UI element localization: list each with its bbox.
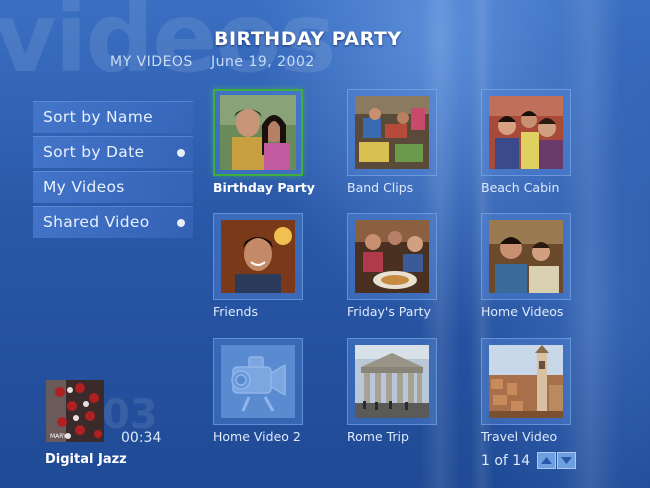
thumbnail-frame — [213, 89, 303, 176]
album-art[interactable]: MARY — [46, 380, 104, 442]
tile-label: Beach Cabin — [481, 180, 560, 195]
playback-time: 00:34 — [121, 430, 162, 446]
couple-photo-thumbnail — [220, 95, 296, 170]
tile-label: Travel Video — [481, 429, 558, 444]
indicator-dot-icon — [177, 149, 185, 157]
pantheon-photo-thumbnail — [355, 345, 429, 418]
side-menu: Sort by Name Sort by Date My Videos Shar… — [33, 101, 193, 241]
video-tile-home-video-2[interactable]: Home Video 2 — [213, 338, 303, 444]
thumbnail-frame — [481, 338, 571, 425]
video-tile-rome-trip[interactable]: Rome Trip — [347, 338, 437, 444]
tile-label: Band Clips — [347, 180, 414, 195]
party-photo-thumbnail — [355, 220, 429, 293]
portrait-photo-thumbnail — [221, 220, 295, 293]
city-photo-thumbnail — [489, 345, 563, 418]
tile-label: Friends — [213, 304, 258, 319]
tile-label: Home Video 2 — [213, 429, 301, 444]
date-label: June 19, 2002 — [211, 54, 315, 70]
video-tile-band-clips[interactable]: Band Clips — [347, 89, 437, 195]
band-photo-thumbnail — [355, 96, 429, 169]
page-title: BIRTHDAY PARTY — [214, 28, 402, 50]
tile-label: Birthday Party — [213, 180, 315, 195]
menu-item-sort-by-date[interactable]: Sort by Date — [33, 136, 193, 168]
thumbnail-frame — [347, 213, 437, 300]
tile-label: Friday's Party — [347, 304, 431, 319]
indicator-dot-icon — [177, 219, 185, 227]
video-tile-friends[interactable]: Friends — [213, 213, 303, 319]
thumbnail-frame — [347, 338, 437, 425]
video-tile-beach-cabin[interactable]: Beach Cabin — [481, 89, 571, 195]
menu-item-label: My Videos — [43, 178, 125, 196]
thumbnail-frame — [213, 213, 303, 300]
now-playing-title: Digital Jazz — [45, 452, 127, 467]
video-tile-travel-video[interactable]: Travel Video — [481, 338, 571, 444]
tile-label: Rome Trip — [347, 429, 409, 444]
thumbnail-frame — [481, 213, 571, 300]
arrow-up-icon — [541, 457, 552, 464]
arrow-down-icon — [561, 457, 572, 464]
video-camera-icon — [221, 345, 295, 418]
video-tile-birthday-party[interactable]: Birthday Party — [213, 89, 315, 195]
video-tile-home-videos[interactable]: Home Videos — [481, 213, 571, 319]
menu-item-label: Sort by Date — [43, 143, 145, 161]
thumbnail-frame — [213, 338, 303, 425]
family-photo-thumbnail — [489, 220, 563, 293]
page-up-button[interactable] — [537, 452, 556, 469]
page-down-button[interactable] — [557, 452, 576, 469]
menu-item-label: Shared Video — [43, 213, 150, 231]
tile-label: Home Videos — [481, 304, 564, 319]
page-indicator: 1 of 14 — [481, 453, 531, 469]
breadcrumb: MY VIDEOS — [110, 54, 193, 70]
thumbnail-frame — [481, 89, 571, 176]
video-tile-fridays-party[interactable]: Friday's Party — [347, 213, 437, 319]
group-photo-thumbnail — [489, 96, 563, 169]
thumbnail-frame — [347, 89, 437, 176]
menu-item-sort-by-name[interactable]: Sort by Name — [33, 101, 193, 133]
album-art-text: MARY — [50, 433, 67, 440]
menu-item-my-videos[interactable]: My Videos — [33, 171, 193, 203]
menu-item-shared-video[interactable]: Shared Video — [33, 206, 193, 238]
menu-item-label: Sort by Name — [43, 108, 153, 126]
